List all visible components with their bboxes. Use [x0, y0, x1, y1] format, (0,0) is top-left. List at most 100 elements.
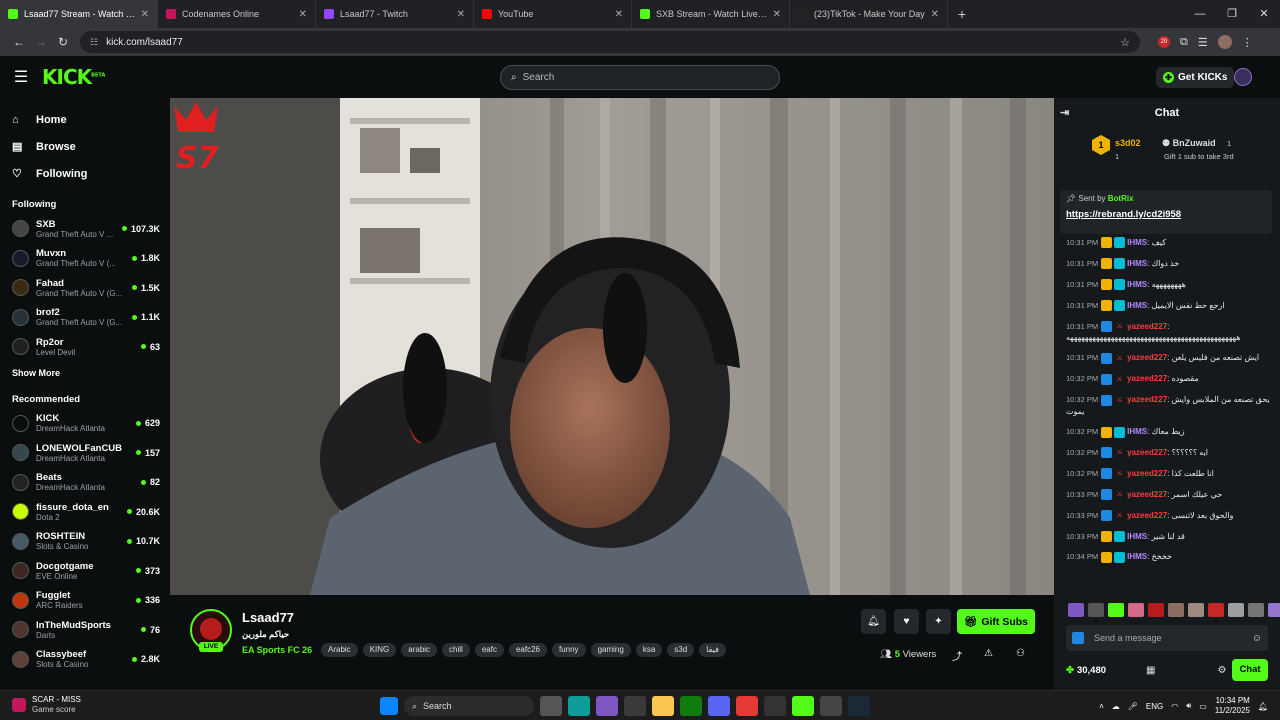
stream-tag[interactable]: ksa: [635, 643, 663, 657]
news-widget[interactable]: SCAR - MISS Game score: [12, 695, 81, 715]
emote-icon[interactable]: [1188, 603, 1204, 617]
browser-tab[interactable]: Codenames Online ✕: [158, 0, 316, 28]
stream-tag[interactable]: funny: [551, 643, 586, 657]
system-clock[interactable]: 10:34 PM 11/2/2025: [1215, 696, 1250, 716]
reload-icon[interactable]: ↻: [52, 35, 74, 49]
message-username[interactable]: IHMS: [1127, 259, 1147, 268]
search-input[interactable]: ⌕ Search: [500, 65, 780, 90]
channel-item[interactable]: Rp2or Level Devil 63: [12, 332, 170, 362]
channel-item[interactable]: fissure_dota_en Dota 2 20.6K: [12, 497, 170, 527]
gift-subs-button[interactable]: 🎁︎ Gift Subs: [957, 609, 1035, 634]
leader-second-name[interactable]: ⚉ BnZuwaid: [1162, 138, 1216, 149]
message-username[interactable]: yazeed227: [1127, 448, 1167, 457]
tab-close-icon[interactable]: ✕: [931, 9, 939, 20]
taskbar-search[interactable]: ⌕ Search: [404, 696, 534, 716]
language-indicator[interactable]: ENG: [1146, 702, 1163, 711]
store-icon[interactable]: [624, 696, 646, 716]
channel-item[interactable]: Classybeef Slots & Casino 2.8K: [12, 645, 170, 675]
channel-item[interactable]: Fahad Grand Theft Auto V (G... 1.5K: [12, 273, 170, 303]
stream-tag[interactable]: eafc26: [508, 643, 547, 657]
browser-tab[interactable]: SXB Stream - Watch Live on Kic ✕: [632, 0, 790, 28]
report-warning-icon[interactable]: ⚠: [984, 648, 993, 659]
emote-icon[interactable]: [1208, 603, 1224, 617]
profile-avatar[interactable]: [1217, 35, 1232, 49]
emote-icon[interactable]: [1128, 603, 1144, 617]
pinned-sender-name[interactable]: BotRix: [1108, 194, 1134, 203]
channel-item[interactable]: InTheMudSports Darts 76: [12, 615, 170, 645]
kicks-balance[interactable]: 30,480: [1066, 665, 1106, 676]
channel-item[interactable]: KICK DreamHack Atlanta 629: [12, 409, 170, 439]
task-view-icon[interactable]: [540, 696, 562, 716]
message-username[interactable]: IHMS: [1127, 301, 1147, 310]
emote-icon[interactable]: [1148, 603, 1164, 617]
share-icon[interactable]: ⤴: [952, 648, 962, 663]
message-username[interactable]: yazeed227: [1127, 353, 1167, 362]
maximize-icon[interactable]: ❐: [1216, 0, 1248, 28]
message-username[interactable]: IHMS: [1127, 280, 1147, 289]
stream-tag[interactable]: eafc: [474, 643, 504, 657]
message-username[interactable]: yazeed227: [1127, 490, 1167, 499]
close-window-icon[interactable]: ✕: [1248, 0, 1280, 28]
tab-close-icon[interactable]: ✕: [773, 9, 781, 20]
bookmark-star-icon[interactable]: ☆: [1120, 36, 1130, 49]
calendar-icon[interactable]: ▦: [1146, 665, 1155, 676]
stream-tag[interactable]: فيفا: [699, 643, 726, 657]
stream-tag[interactable]: s3d: [667, 643, 695, 657]
reading-list-icon[interactable]: ☰: [1198, 36, 1208, 49]
volume-icon[interactable]: 🔊︎: [1186, 701, 1191, 711]
message-username[interactable]: IHMS: [1127, 427, 1147, 436]
stream-tag[interactable]: KING: [362, 643, 397, 657]
browser-tab[interactable]: Lsaad77 - Twitch ✕: [316, 0, 474, 28]
collapse-chat-icon[interactable]: ⇥: [1060, 106, 1069, 119]
message-username[interactable]: IHMS: [1127, 552, 1147, 561]
url-field[interactable]: ☷ kick.com/lsaad77 ☆: [80, 31, 1140, 53]
channel-item[interactable]: Muvxn Grand Theft Auto V (... 1.8K: [12, 244, 170, 274]
streamer-name[interactable]: Lsaad77: [242, 610, 294, 625]
stream-tag[interactable]: chill: [442, 643, 470, 657]
copilot-icon[interactable]: [596, 696, 618, 716]
stream-category[interactable]: EA Sports FC 26: [242, 645, 312, 655]
settings-gear-icon[interactable]: ⚙: [1217, 665, 1226, 676]
tab-close-icon[interactable]: ✕: [615, 9, 623, 20]
message-username[interactable]: IHMS: [1127, 238, 1147, 247]
discord-icon[interactable]: [708, 696, 730, 716]
file-explorer-icon[interactable]: [652, 696, 674, 716]
battery-icon[interactable]: ▭: [1199, 702, 1207, 711]
epic-games-icon[interactable]: [764, 696, 786, 716]
sidebar-nav-home[interactable]: ⌂ Home: [12, 106, 170, 133]
leader-first-name[interactable]: s3d02: [1115, 138, 1141, 148]
show-more-link[interactable]: Show More: [12, 368, 170, 378]
site-info-icon[interactable]: ☷: [90, 37, 98, 48]
tray-chevron-icon[interactable]: ˄: [1099, 702, 1104, 711]
windows-start-icon[interactable]: [380, 697, 398, 715]
channel-item[interactable]: brof2 Grand Theft Auto V (G... 1.1K: [12, 303, 170, 333]
user-avatar[interactable]: [1234, 68, 1252, 86]
chat-input[interactable]: Send a message ☺: [1066, 625, 1268, 651]
message-username[interactable]: yazeed227: [1127, 395, 1167, 404]
sidebar-nav-following[interactable]: ♡ Following: [12, 160, 170, 187]
emote-icon[interactable]: [1088, 603, 1104, 617]
channel-item[interactable]: ROSHTEIN Slots & Casino 10.7K: [12, 527, 170, 557]
emote-icon[interactable]: [1168, 603, 1184, 617]
message-username[interactable]: IHMS: [1127, 532, 1147, 541]
message-username[interactable]: yazeed227: [1127, 322, 1167, 331]
kick-logo[interactable]: KICKBETA: [42, 65, 105, 89]
channel-item[interactable]: Docgotgame EVE Online 373: [12, 556, 170, 586]
new-tab-icon[interactable]: +: [948, 0, 976, 28]
edge-icon[interactable]: [568, 696, 590, 716]
browser-tab[interactable]: YouTube ✕: [474, 0, 632, 28]
emote-icon[interactable]: [1228, 603, 1244, 617]
message-username[interactable]: yazeed227: [1127, 374, 1167, 383]
message-username[interactable]: yazeed227: [1127, 511, 1167, 520]
message-username[interactable]: yazeed227: [1127, 469, 1167, 478]
channel-item[interactable]: LONEWOLFanCUB DreamHack Atlanta 157: [12, 438, 170, 468]
obs-icon[interactable]: [820, 696, 842, 716]
notifications-icon[interactable]: 🔔︎: [1258, 702, 1268, 711]
extension-badge-icon[interactable]: 20: [1158, 36, 1170, 48]
browser-menu-icon[interactable]: ⋮: [1242, 36, 1253, 49]
get-kicks-button[interactable]: ✤ Get KICKs: [1156, 67, 1235, 88]
stream-tag[interactable]: arabic: [401, 643, 438, 657]
sparkle-icon[interactable]: ✦: [926, 609, 951, 634]
stream-tag[interactable]: Arabic: [321, 643, 358, 657]
minimize-icon[interactable]: —: [1184, 0, 1216, 28]
